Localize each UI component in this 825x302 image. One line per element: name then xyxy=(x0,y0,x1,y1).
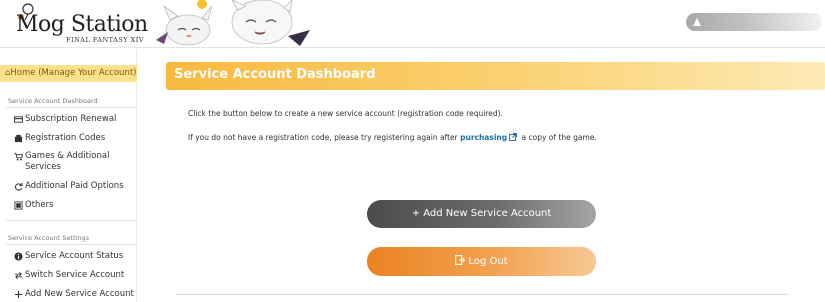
sidebar-item-label: Others xyxy=(25,200,54,210)
cart-icon xyxy=(14,152,24,162)
switch-icon xyxy=(14,271,24,281)
external-link-icon xyxy=(509,133,518,141)
sidebar-home-link[interactable]: ⌂Home (Manage Your Account) xyxy=(0,65,137,82)
sidebar-item-label: Switch Service Account xyxy=(25,270,125,280)
sidebar: ⌂Home (Manage Your Account) Service Acco… xyxy=(0,50,137,302)
sidebar-divider xyxy=(6,220,137,221)
sidebar-item-label: Subscription Renewal xyxy=(25,114,117,124)
register-icon xyxy=(14,134,24,144)
user-icon xyxy=(693,18,701,26)
sidebar-item-label: Add New Service Account xyxy=(25,289,134,299)
user-account-pill[interactable] xyxy=(686,13,822,31)
plus-icon xyxy=(14,290,24,300)
logo-subtext: FINAL FANTASY XIV xyxy=(66,36,145,44)
add-button-label: + Add New Service Account xyxy=(411,208,552,219)
logout-button-label: Log Out xyxy=(468,256,508,267)
logo-text: Mog Station xyxy=(16,12,148,37)
sidebar-item-label: Service Account Status xyxy=(25,251,124,261)
others-icon xyxy=(14,200,24,211)
refresh-icon xyxy=(14,182,24,192)
info-icon xyxy=(14,251,24,262)
hint-text-before: If you do not have a registration code, … xyxy=(188,133,458,142)
card-icon xyxy=(14,115,24,125)
sidebar-item-registration-codes[interactable]: Registration Codes xyxy=(14,133,134,144)
instruction-text: Click the button below to create a new s… xyxy=(188,109,503,118)
sidebar-divider xyxy=(6,244,137,245)
dashboard-title-bar: Service Account Dashboard xyxy=(166,62,825,90)
sidebar-item-additional-paid-options[interactable]: Additional Paid Options xyxy=(14,181,134,192)
mog-station-logo[interactable]: Mog Station FINAL FANTASY XIV xyxy=(12,2,148,46)
site-header: Mog Station FINAL FANTASY XIV xyxy=(0,0,825,48)
moogle-mascots-illustration xyxy=(156,0,310,46)
sidebar-section-dashboard-label: Service Account Dashboard xyxy=(8,97,98,105)
log-out-button[interactable]: Log Out xyxy=(367,247,596,276)
page-title: Service Account Dashboard xyxy=(174,67,376,82)
sidebar-item-switch-service-account[interactable]: Switch Service Account xyxy=(14,270,134,281)
sidebar-item-label: Registration Codes xyxy=(25,133,106,143)
sidebar-item-label: Additional Paid Options xyxy=(25,181,124,191)
hint-text-after: a copy of the game. xyxy=(521,133,597,142)
registration-code-hint: If you do not have a registration code, … xyxy=(188,133,597,142)
sidebar-item-games-additional-services[interactable]: Games & Additional Services xyxy=(14,151,134,173)
add-new-service-account-button[interactable]: + Add New Service Account xyxy=(367,200,596,228)
sidebar-item-others[interactable]: Others xyxy=(14,200,134,211)
sidebar-section-settings-label: Service Account Settings xyxy=(8,234,90,242)
purchasing-link[interactable]: purchasing xyxy=(460,133,507,142)
sidebar-item-service-account-status[interactable]: Service Account Status xyxy=(14,251,134,262)
sidebar-item-subscription-renewal[interactable]: Subscription Renewal xyxy=(14,114,134,125)
sidebar-divider xyxy=(6,107,137,108)
logout-icon xyxy=(455,255,466,265)
sidebar-item-label: Games & Additional Services xyxy=(25,151,110,172)
sidebar-item-add-new-service-account[interactable]: Add New Service Account xyxy=(14,289,134,300)
content-divider xyxy=(176,294,789,295)
sidebar-home-label: Home (Manage Your Account) xyxy=(10,68,137,78)
